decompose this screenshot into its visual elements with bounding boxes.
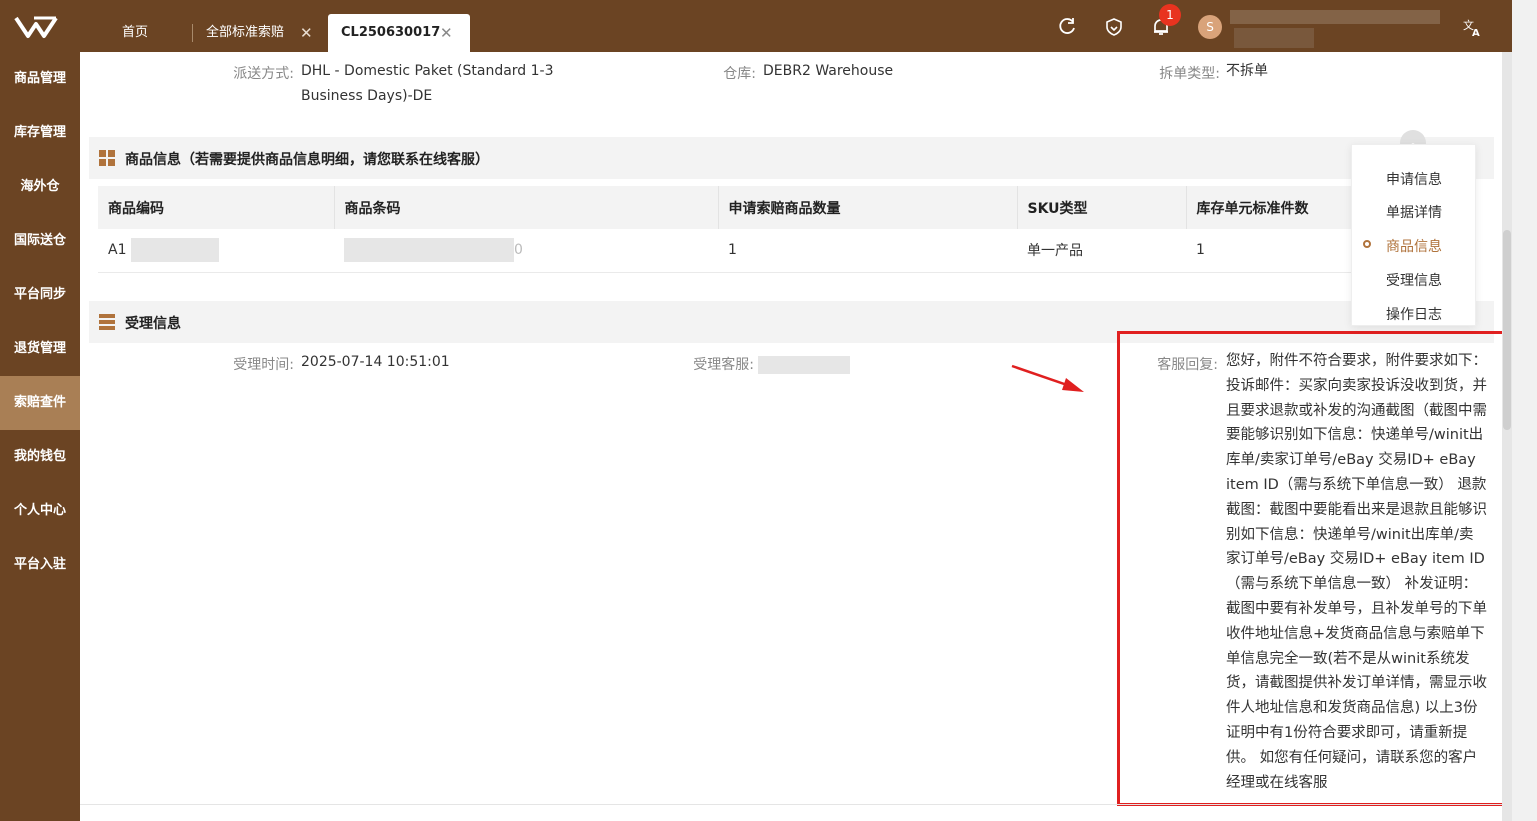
list-icon: [99, 314, 115, 330]
tab-claim-detail-label: CL250630017: [341, 25, 441, 40]
sku-type-cell: 单一产品: [1017, 229, 1186, 273]
handling-time-label: 受理时间:: [233, 357, 294, 373]
content-scrollbar-track[interactable]: [1502, 52, 1512, 821]
anchor-item-application[interactable]: 申请信息: [1386, 169, 1442, 189]
annotation-arrow-icon: [1011, 364, 1084, 392]
handling-time-value: 2025-07-14 10:51:01: [301, 354, 450, 370]
user-name-masked: [1230, 10, 1440, 24]
close-icon[interactable]: ✕: [300, 14, 313, 52]
annotation-highlight-box: [1117, 331, 1502, 806]
goods-section-title: 商品信息（若需要提供商品信息明细，请您联系在线客服）: [125, 152, 489, 168]
column-header: 申请索赔商品数量: [718, 186, 1018, 229]
product-code-prefix: A1: [108, 242, 127, 259]
delivery-method-label: 派送方式:: [233, 66, 294, 82]
goods-section-header: 商品信息（若需要提供商品信息明细，请您联系在线客服）: [89, 137, 1494, 179]
delivery-method-line1: DHL - Domestic Paket (Standard 1-3: [301, 63, 554, 79]
handling-agent-label: 受理客服:: [693, 357, 754, 373]
svg-text:A: A: [1472, 28, 1480, 38]
delivery-method-value: DHL - Domestic Paket (Standard 1-3 Busin…: [301, 59, 601, 109]
split-type-value: 不拆单: [1226, 63, 1268, 79]
close-icon[interactable]: ✕: [440, 14, 453, 52]
warehouse-label: 仓库:: [723, 66, 756, 82]
column-header: SKU类型: [1017, 186, 1187, 229]
sidebar-item-wallet[interactable]: 我的钱包: [0, 430, 80, 484]
sidebar-item-claims[interactable]: 索赔查件: [0, 376, 80, 430]
tab-claim-detail[interactable]: CL250630017 ✕: [328, 14, 470, 52]
window-scrollbar[interactable]: [1512, 0, 1537, 821]
handling-agent-masked: [758, 356, 850, 374]
handling-section-title: 受理信息: [125, 316, 181, 332]
sidebar: 商品管理 库存管理 海外仓 国际送仓 平台同步 退货管理 索赔查件 我的钱包 个…: [0, 52, 80, 821]
avatar[interactable]: S: [1198, 15, 1222, 39]
tab-home[interactable]: 首页: [122, 14, 148, 52]
anchor-item-operation-log[interactable]: 操作日志: [1386, 304, 1442, 324]
translate-icon[interactable]: 文 A: [1462, 16, 1484, 38]
anchor-nav: 申请信息 单据详情 商品信息 受理信息 操作日志: [1351, 144, 1476, 326]
anchor-active-dot: [1363, 240, 1371, 248]
product-code-cell: A1: [98, 229, 334, 273]
tab-home-label: 首页: [122, 25, 149, 40]
table-row: A1 0 1 单一产品 1: [98, 229, 1413, 273]
tab-divider: [192, 24, 193, 42]
user-name-masked: [1234, 28, 1314, 48]
claim-qty-cell: 1: [718, 229, 1017, 273]
table-header-row: 商品编码 商品条码 申请索赔商品数量 SKU类型 库存单元标准件数: [98, 186, 1413, 229]
sidebar-item-international-delivery[interactable]: 国际送仓: [0, 214, 80, 268]
tab-all-claims[interactable]: 全部标准索赔 ✕: [196, 14, 322, 52]
grid-icon: [99, 150, 115, 166]
goods-table: 商品编码 商品条码 申请索赔商品数量 SKU类型 库存单元标准件数 A1 0 1…: [98, 186, 1413, 273]
divider: [80, 804, 1502, 805]
notification-badge: 1: [1159, 4, 1181, 26]
top-bar: 首页 全部标准索赔 ✕ CL250630017 ✕ 1 S 文 A: [0, 0, 1512, 52]
heart-shield-icon[interactable]: [1103, 16, 1125, 38]
warehouse-value: DEBR2 Warehouse: [763, 63, 894, 79]
barcode-masked: [344, 238, 514, 263]
anchor-item-document-details[interactable]: 单据详情: [1386, 202, 1442, 222]
main-content: 派送方式: DHL - Domestic Paket (Standard 1-3…: [80, 52, 1502, 821]
barcode-suffix: 0: [514, 242, 523, 259]
sidebar-item-platform-sync[interactable]: 平台同步: [0, 268, 80, 322]
logo-icon[interactable]: [14, 14, 64, 40]
sidebar-item-returns[interactable]: 退货管理: [0, 322, 80, 376]
sidebar-item-profile[interactable]: 个人中心: [0, 484, 80, 538]
product-code-masked: [130, 238, 219, 263]
sidebar-item-products[interactable]: 商品管理: [0, 52, 80, 106]
delivery-method-line2: Business Days)-DE: [301, 88, 433, 104]
barcode-cell: 0: [334, 229, 718, 273]
refresh-icon[interactable]: [1056, 16, 1078, 38]
sidebar-item-inventory[interactable]: 库存管理: [0, 106, 80, 160]
content-scrollbar-thumb[interactable]: [1503, 230, 1511, 430]
anchor-item-goods[interactable]: 商品信息: [1386, 236, 1442, 256]
column-header: 商品条码: [334, 186, 719, 229]
column-header: 商品编码: [98, 186, 335, 229]
sidebar-item-platform-onboarding[interactable]: 平台入驻: [0, 538, 80, 592]
anchor-item-handling[interactable]: 受理信息: [1386, 270, 1442, 290]
tab-all-claims-label: 全部标准索赔: [206, 25, 285, 40]
split-type-label: 拆单类型:: [1159, 66, 1220, 82]
sidebar-item-overseas-warehouse[interactable]: 海外仓: [0, 160, 80, 214]
